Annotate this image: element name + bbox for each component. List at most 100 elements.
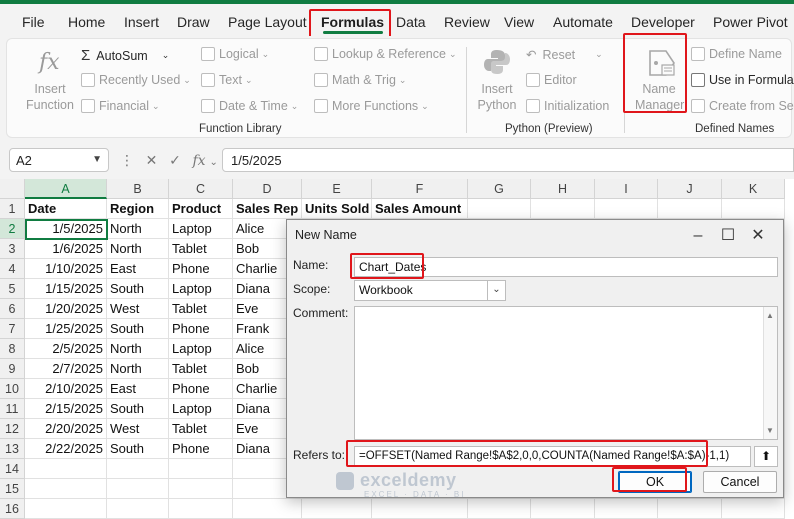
scroll-up-icon[interactable]: ▲ (766, 311, 774, 320)
empty-cell[interactable] (595, 199, 658, 219)
table-cell[interactable]: Tablet (169, 299, 233, 319)
more-options-icon[interactable]: ⋮ (120, 152, 134, 168)
tab-insert[interactable]: Insert (124, 14, 159, 30)
tab-formulas[interactable]: Formulas (321, 14, 384, 30)
empty-cell[interactable] (531, 199, 595, 219)
table-cell[interactable]: Phone (169, 259, 233, 279)
row-header-14[interactable]: 14 (0, 459, 25, 479)
column-header-f[interactable]: F (372, 179, 468, 199)
table-cell[interactable]: Laptop (169, 399, 233, 419)
insert-function-icon[interactable]: fx (35, 45, 65, 75)
empty-cell[interactable] (722, 499, 785, 519)
comment-textarea[interactable]: ▲ ▼ (354, 306, 778, 440)
table-cell[interactable]: Laptop (169, 279, 233, 299)
chevron-down-icon[interactable]: ⌄ (209, 157, 217, 168)
date-cell[interactable]: 1/20/2025 (25, 299, 107, 319)
empty-cell[interactable] (107, 459, 169, 479)
tab-file[interactable]: File (22, 14, 45, 30)
row-header-9[interactable]: 9 (0, 359, 25, 379)
chevron-down-icon[interactable]: ▼ (92, 154, 102, 165)
row-header-1[interactable]: 1 (0, 199, 25, 219)
row-header-11[interactable]: 11 (0, 399, 25, 419)
logical-button[interactable]: Logical ⌄ (201, 47, 269, 61)
maximize-button[interactable]: ☐ (713, 225, 743, 245)
scope-select[interactable]: Workbook ⌄ (354, 280, 506, 301)
text-button[interactable]: Text ⌄ (201, 73, 252, 87)
define-name-button[interactable]: Define Name (691, 47, 782, 61)
refers-to-input[interactable]: =OFFSET(Named Range!$A$2,0,0,COUNTA(Name… (354, 446, 751, 467)
row-header-3[interactable]: 3 (0, 239, 25, 259)
formula-input[interactable]: 1/5/2025 (222, 148, 794, 172)
table-cell[interactable]: North (107, 219, 169, 239)
row-header-10[interactable]: 10 (0, 379, 25, 399)
confirm-icon[interactable]: ✓ (169, 152, 181, 168)
column-header-g[interactable]: G (468, 179, 531, 199)
math-trig-button[interactable]: Math & Trig ⌄ (314, 73, 406, 87)
date-cell[interactable]: 2/20/2025 (25, 419, 107, 439)
table-cell[interactable]: East (107, 379, 169, 399)
row-header-16[interactable]: 16 (0, 499, 25, 519)
tab-home[interactable]: Home (68, 14, 105, 30)
autosum-button[interactable]: Σ AutoSum ⌄ (81, 47, 169, 64)
row-header-15[interactable]: 15 (0, 479, 25, 499)
row-header-8[interactable]: 8 (0, 339, 25, 359)
insert-python-button[interactable]: Insert Python (473, 81, 521, 113)
header-cell[interactable]: Date (25, 199, 107, 219)
empty-cell[interactable] (468, 499, 531, 519)
ok-button[interactable]: OK (618, 471, 692, 493)
initialization-button[interactable]: Initialization (526, 99, 609, 113)
empty-cell[interactable] (372, 499, 468, 519)
tab-review[interactable]: Review (444, 14, 490, 30)
python-icon[interactable] (482, 47, 512, 77)
empty-cell[interactable] (658, 199, 722, 219)
table-cell[interactable]: West (107, 419, 169, 439)
table-cell[interactable]: Tablet (169, 239, 233, 259)
row-header-12[interactable]: 12 (0, 419, 25, 439)
date-cell[interactable]: 1/15/2025 (25, 279, 107, 299)
column-header-k[interactable]: K (722, 179, 785, 199)
name-manager-button[interactable]: Name Manager (635, 81, 684, 113)
name-manager-icon[interactable] (644, 47, 678, 79)
tab-page-layout[interactable]: Page Layout (228, 14, 307, 30)
fx-icon[interactable]: fx (192, 153, 205, 169)
chevron-down-icon[interactable]: ⌄ (487, 281, 505, 300)
editor-button[interactable]: Editor (526, 73, 577, 87)
tab-power-pivot[interactable]: Power Pivot (713, 14, 788, 30)
select-all-corner[interactable] (0, 179, 25, 199)
tab-draw[interactable]: Draw (177, 14, 210, 30)
table-cell[interactable]: Laptop (169, 219, 233, 239)
name-input[interactable]: Chart_Dates (354, 257, 778, 277)
empty-cell[interactable] (169, 459, 233, 479)
more-functions-button[interactable]: More Functions ⌄ (314, 99, 429, 113)
table-cell[interactable]: East (107, 259, 169, 279)
create-from-selection-button[interactable]: Create from Sele (691, 99, 794, 113)
row-header-4[interactable]: 4 (0, 259, 25, 279)
empty-cell[interactable] (169, 499, 233, 519)
empty-cell[interactable] (468, 199, 531, 219)
table-cell[interactable]: West (107, 299, 169, 319)
minimize-button[interactable]: – (683, 227, 713, 245)
table-cell[interactable]: North (107, 339, 169, 359)
date-cell[interactable]: 1/6/2025 (25, 239, 107, 259)
table-cell[interactable]: South (107, 399, 169, 419)
cancel-icon[interactable]: ✕ (146, 152, 158, 168)
column-header-b[interactable]: B (107, 179, 169, 199)
tab-data[interactable]: Data (396, 14, 426, 30)
row-header-6[interactable]: 6 (0, 299, 25, 319)
column-header-c[interactable]: C (169, 179, 233, 199)
tab-automate[interactable]: Automate (553, 14, 613, 30)
table-cell[interactable]: Phone (169, 379, 233, 399)
table-cell[interactable]: North (107, 239, 169, 259)
table-cell[interactable]: North (107, 359, 169, 379)
close-button[interactable]: ✕ (743, 225, 773, 245)
empty-cell[interactable] (233, 499, 302, 519)
empty-cell[interactable] (107, 479, 169, 499)
empty-cell[interactable] (595, 499, 658, 519)
column-header-i[interactable]: I (595, 179, 658, 199)
header-cell[interactable]: Product (169, 199, 233, 219)
tab-developer[interactable]: Developer (631, 14, 695, 30)
column-header-a[interactable]: A (25, 179, 107, 199)
comment-scrollbar[interactable]: ▲ ▼ (763, 307, 777, 439)
cancel-button[interactable]: Cancel (703, 471, 777, 493)
empty-cell[interactable] (25, 479, 107, 499)
